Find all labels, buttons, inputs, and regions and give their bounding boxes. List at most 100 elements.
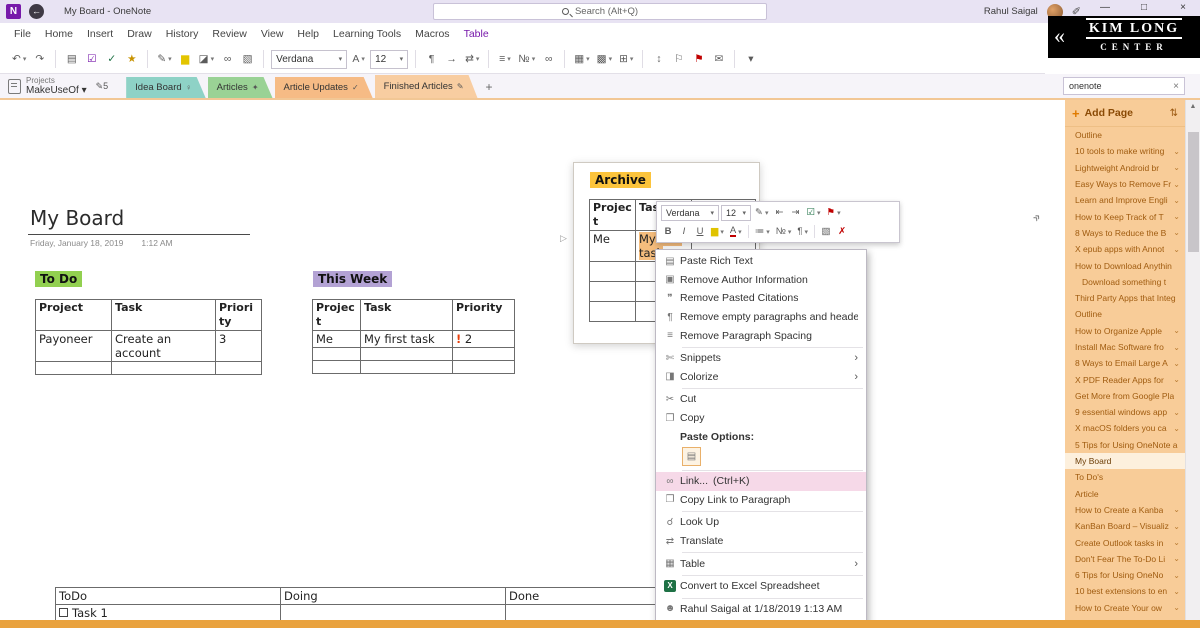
page-title[interactable]: My Board: [30, 206, 124, 230]
context-menu-item-copy-link-to-paragraph[interactable]: ❐Copy Link to Paragraph: [656, 491, 866, 510]
context-menu-item-copy[interactable]: ❐Copy: [656, 409, 866, 428]
scroll-up-icon[interactable]: ▲: [1186, 100, 1200, 114]
context-menu-item-cut[interactable]: ✂Cut: [656, 390, 866, 409]
maximize-button[interactable]: □: [1129, 0, 1159, 17]
context-menu-item-convert-to-excel-spreadsheet[interactable]: XConvert to Excel Spreadsheet: [656, 577, 866, 596]
menu-item-help[interactable]: Help: [297, 28, 319, 40]
underline-icon[interactable]: U: [693, 224, 707, 240]
pen-icon[interactable]: ✎: [753, 205, 770, 221]
text-direction-icon[interactable]: ⇄: [463, 49, 481, 69]
page-list-item-8-ways-to-email-large-a[interactable]: 8 Ways to Email Large A⌄: [1065, 355, 1185, 371]
table-cell[interactable]: [216, 362, 262, 375]
page-list-item-outline[interactable]: Outline: [1065, 127, 1185, 143]
context-menu-item-paste-rich-text[interactable]: ▤Paste Rich Text: [656, 252, 866, 271]
page-list-item-don-t-fear-the-to-do-li[interactable]: Don't Fear The To-Do Li⌄: [1065, 551, 1185, 567]
page-list-item-6-tips-for-using-oneno[interactable]: 6 Tips for Using OneNo⌄: [1065, 567, 1185, 583]
table-cell[interactable]: [361, 360, 453, 373]
table-cell[interactable]: [453, 360, 515, 373]
page-list-item-how-to-download-anythin[interactable]: How to Download Anythin: [1065, 257, 1185, 273]
format-painter-icon[interactable]: ▧: [819, 224, 833, 240]
numbering-icon[interactable]: №: [774, 224, 794, 240]
menu-item-insert[interactable]: Insert: [87, 28, 113, 40]
page-list-item-kanban-board-visualiz[interactable]: KanBan Board – Visualiz⌄: [1065, 518, 1185, 534]
menu-item-draw[interactable]: Draw: [127, 28, 152, 40]
mini-font-name-select[interactable]: Verdana: [661, 205, 719, 221]
page-list-item-article[interactable]: Article: [1065, 486, 1185, 502]
menu-item-view[interactable]: View: [261, 28, 284, 40]
table-borders-icon[interactable]: ⊞: [617, 49, 635, 69]
page-list-item-download-something-t[interactable]: Download something t: [1065, 274, 1185, 290]
table-cell[interactable]: [361, 347, 453, 360]
overflow-icon[interactable]: ▾: [742, 49, 759, 69]
page-list-item-x-epub-apps-with-annot[interactable]: X epub apps with Annot⌄: [1065, 241, 1185, 257]
undo-icon[interactable]: ↶: [10, 49, 28, 69]
page-list-item-10-tools-to-make-writing[interactable]: 10 tools to make writing⌄: [1065, 143, 1185, 159]
section-tab-article-updates[interactable]: Article Updates✓: [275, 77, 373, 98]
page-list-item-x-macos-folders-you-ca[interactable]: X macOS folders you ca⌄: [1065, 420, 1185, 436]
table-cell[interactable]: [453, 347, 515, 360]
task-checkbox[interactable]: [59, 608, 68, 617]
page-list-item-lightweight-android-br[interactable]: Lightweight Android br⌄: [1065, 160, 1185, 176]
todo-table[interactable]: ProjectTaskPriorityPayoneerCreate an acc…: [35, 299, 262, 375]
line-spacing-icon[interactable]: ≡: [496, 49, 513, 69]
context-menu-item-remove-author-information[interactable]: ▣Remove Author Information: [656, 271, 866, 290]
eraser-icon[interactable]: ◪: [197, 49, 216, 69]
context-menu-item-paste-options[interactable]: Paste Options:: [656, 427, 866, 446]
minimize-button[interactable]: —: [1090, 0, 1120, 17]
italic-icon[interactable]: I: [677, 224, 691, 240]
ltr-icon[interactable]: →: [443, 49, 460, 69]
menu-item-home[interactable]: Home: [45, 28, 73, 40]
page-list-item-learn-and-improve-engli[interactable]: Learn and Improve Engli⌄: [1065, 192, 1185, 208]
page-list-item-create-outlook-tasks-in[interactable]: Create Outlook tasks in⌄: [1065, 534, 1185, 550]
scrollbar[interactable]: ▲: [1185, 100, 1200, 620]
bold-icon[interactable]: B: [661, 224, 675, 240]
context-menu-item-link[interactable]: ∞Link...(Ctrl+K): [656, 472, 866, 491]
font-color-icon[interactable]: A: [728, 224, 744, 240]
format-painter-icon[interactable]: ▧: [239, 49, 256, 69]
indent-decrease-icon[interactable]: ⇤: [772, 205, 786, 221]
paste-icon[interactable]: ▤: [63, 49, 80, 69]
table-cell[interactable]: [590, 262, 636, 282]
mini-font-size-select[interactable]: 12: [721, 205, 751, 221]
star-tag-icon[interactable]: ★: [123, 49, 140, 69]
close-button[interactable]: ×: [1168, 0, 1198, 17]
table-cell[interactable]: Me: [590, 230, 636, 262]
add-section-button[interactable]: +: [478, 77, 501, 98]
context-menu-item-table[interactable]: ▦Table›: [656, 554, 866, 573]
this-week-table[interactable]: ProjectTaskPriorityMeMy first task! 2: [312, 299, 515, 374]
menu-item-review[interactable]: Review: [212, 28, 246, 40]
highlighter-icon[interactable]: ▆: [709, 224, 726, 240]
context-menu-item-remove-pasted-citations[interactable]: ❞Remove Pasted Citations: [656, 289, 866, 308]
table-cell[interactable]: My first task: [361, 330, 453, 347]
table-cell[interactable]: 3: [216, 330, 262, 362]
equation-icon[interactable]: ∞: [540, 49, 557, 69]
table-cell[interactable]: [590, 302, 636, 322]
context-menu-item-look-up[interactable]: ☌Look Up: [656, 513, 866, 532]
table-cell[interactable]: Me: [313, 330, 361, 347]
sort-pages-icon[interactable]: ⇅: [1170, 108, 1178, 119]
onenote-app-icon[interactable]: N: [6, 4, 21, 19]
table-cell[interactable]: [313, 360, 361, 373]
table-cell[interactable]: Create an account: [112, 330, 216, 362]
page-list-item-my-board[interactable]: My Board: [1065, 453, 1185, 469]
grow-font-icon[interactable]: A: [350, 49, 367, 69]
insert-table-icon[interactable]: ▦: [572, 49, 591, 69]
page-list-item-easy-ways-to-remove-fr[interactable]: Easy Ways to Remove Fr⌄: [1065, 176, 1185, 192]
page-list-item-outline[interactable]: Outline: [1065, 306, 1185, 322]
scrollbar-thumb[interactable]: [1188, 132, 1199, 252]
context-menu-item-remove-empty-paragraphs-and-headers[interactable]: ¶Remove empty paragraphs and headers: [656, 308, 866, 327]
table-cell[interactable]: [36, 362, 112, 375]
table-cell[interactable]: Payoneer: [36, 330, 112, 362]
bullets-icon[interactable]: ≔: [753, 224, 772, 240]
insert-space-icon[interactable]: ↕: [650, 49, 667, 69]
page-list-item-how-to-organize-apple[interactable]: How to Organize Apple⌄: [1065, 323, 1185, 339]
page-canvas[interactable]: My Board Friday, January 18, 20191:12 AM…: [0, 100, 1065, 620]
global-search-box[interactable]: Search (Alt+Q): [433, 3, 767, 20]
page-list-item-get-more-from-google-pla[interactable]: Get More from Google Pla: [1065, 388, 1185, 404]
table-cell[interactable]: ! 2: [453, 330, 515, 347]
context-menu-item-translate[interactable]: ⇄Translate: [656, 532, 866, 551]
expand-page-icon[interactable]: »: [1029, 210, 1044, 225]
styles-icon[interactable]: ¶: [795, 224, 810, 240]
link-icon[interactable]: ∞: [219, 49, 236, 69]
page-list-item-5-tips-for-using-onenote-a[interactable]: 5 Tips for Using OneNote a: [1065, 437, 1185, 453]
